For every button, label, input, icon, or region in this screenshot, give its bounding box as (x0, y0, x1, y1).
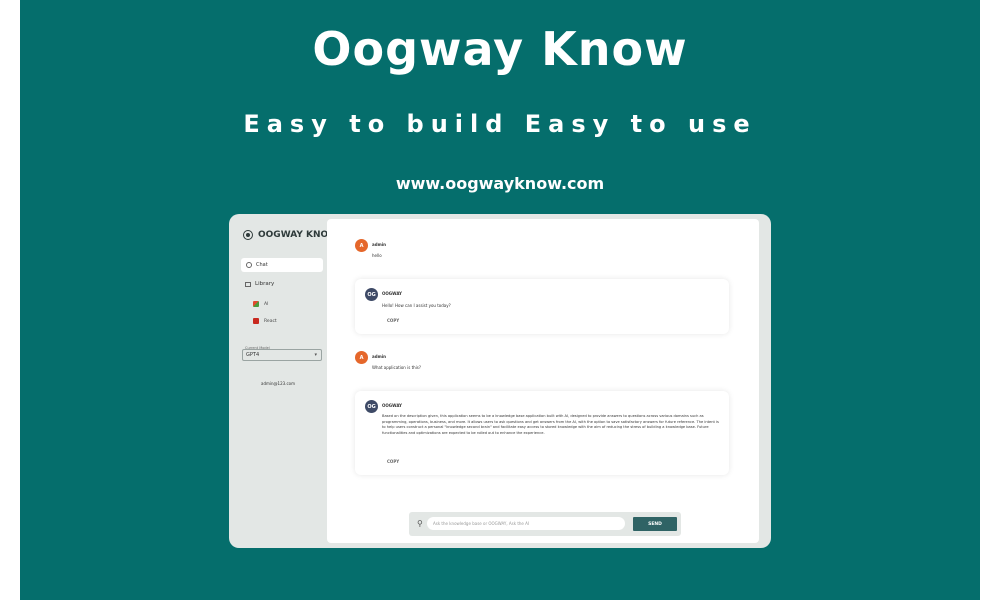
message-text: Based on the description given, this app… (382, 414, 719, 435)
collection-icon (253, 318, 259, 324)
sidebar: OOGWAY KNOW Chat Library AI React Curren… (229, 214, 338, 548)
message-sender: OOGWAY (382, 291, 402, 296)
user-avatar: A (355, 351, 368, 364)
copy-button[interactable]: COPY (387, 459, 399, 464)
sidebar-item-label: Library (255, 281, 275, 287)
library-item-label: React (264, 318, 277, 324)
hero-title: Oogway Know (312, 22, 688, 76)
bot-message-card: OG OOGWAY Hello! How can I assist you to… (355, 279, 729, 334)
message-sender: admin (372, 354, 386, 359)
library-item-ai[interactable]: AI (253, 301, 268, 307)
chat-input-bar: ⚲ SEND (409, 512, 681, 536)
message-sender: OOGWAY (382, 403, 402, 408)
hero-banner: Oogway Know Easy to build Easy to use ww… (20, 0, 980, 600)
model-select[interactable]: GPT4 ▾ (242, 349, 322, 361)
chat-input[interactable] (427, 517, 625, 530)
hero-url[interactable]: www.oogwayknow.com (20, 174, 980, 193)
sidebar-item-library[interactable]: Library (245, 281, 274, 287)
library-item-react[interactable]: React (253, 318, 277, 324)
message-sender: admin (372, 242, 386, 247)
library-icon (245, 281, 251, 287)
message-text: What application is this? (372, 365, 422, 370)
bot-message-card: OG OOGWAY Based on the description given… (355, 391, 729, 475)
chevron-down-icon: ▾ (314, 352, 317, 358)
library-item-label: AI (264, 301, 269, 307)
bot-avatar: OG (365, 400, 378, 413)
chat-icon (246, 262, 252, 268)
user-avatar: A (355, 239, 368, 252)
bot-avatar: OG (365, 288, 378, 301)
chat-panel: A admin hello OG OOGWAY Hello! How can I… (327, 219, 759, 543)
logo-icon (243, 230, 253, 240)
message-text: hello (372, 253, 382, 258)
brand: OOGWAY KNOW (243, 230, 338, 240)
app-screenshot: OOGWAY KNOW Chat Library AI React Curren… (229, 214, 771, 548)
message-text: Hello! How can I assist you today? (382, 303, 451, 308)
sidebar-item-label: Chat (256, 262, 268, 268)
sidebar-item-chat[interactable]: Chat (241, 258, 323, 272)
user-email: admin@123.com (261, 381, 295, 386)
hero-tagline: Easy to build Easy to use (243, 110, 757, 138)
attachment-icon[interactable]: ⚲ (417, 519, 423, 528)
send-button[interactable]: SEND (633, 517, 677, 531)
collection-icon (253, 301, 259, 307)
model-value: GPT4 (246, 352, 260, 358)
copy-button[interactable]: COPY (387, 318, 399, 323)
